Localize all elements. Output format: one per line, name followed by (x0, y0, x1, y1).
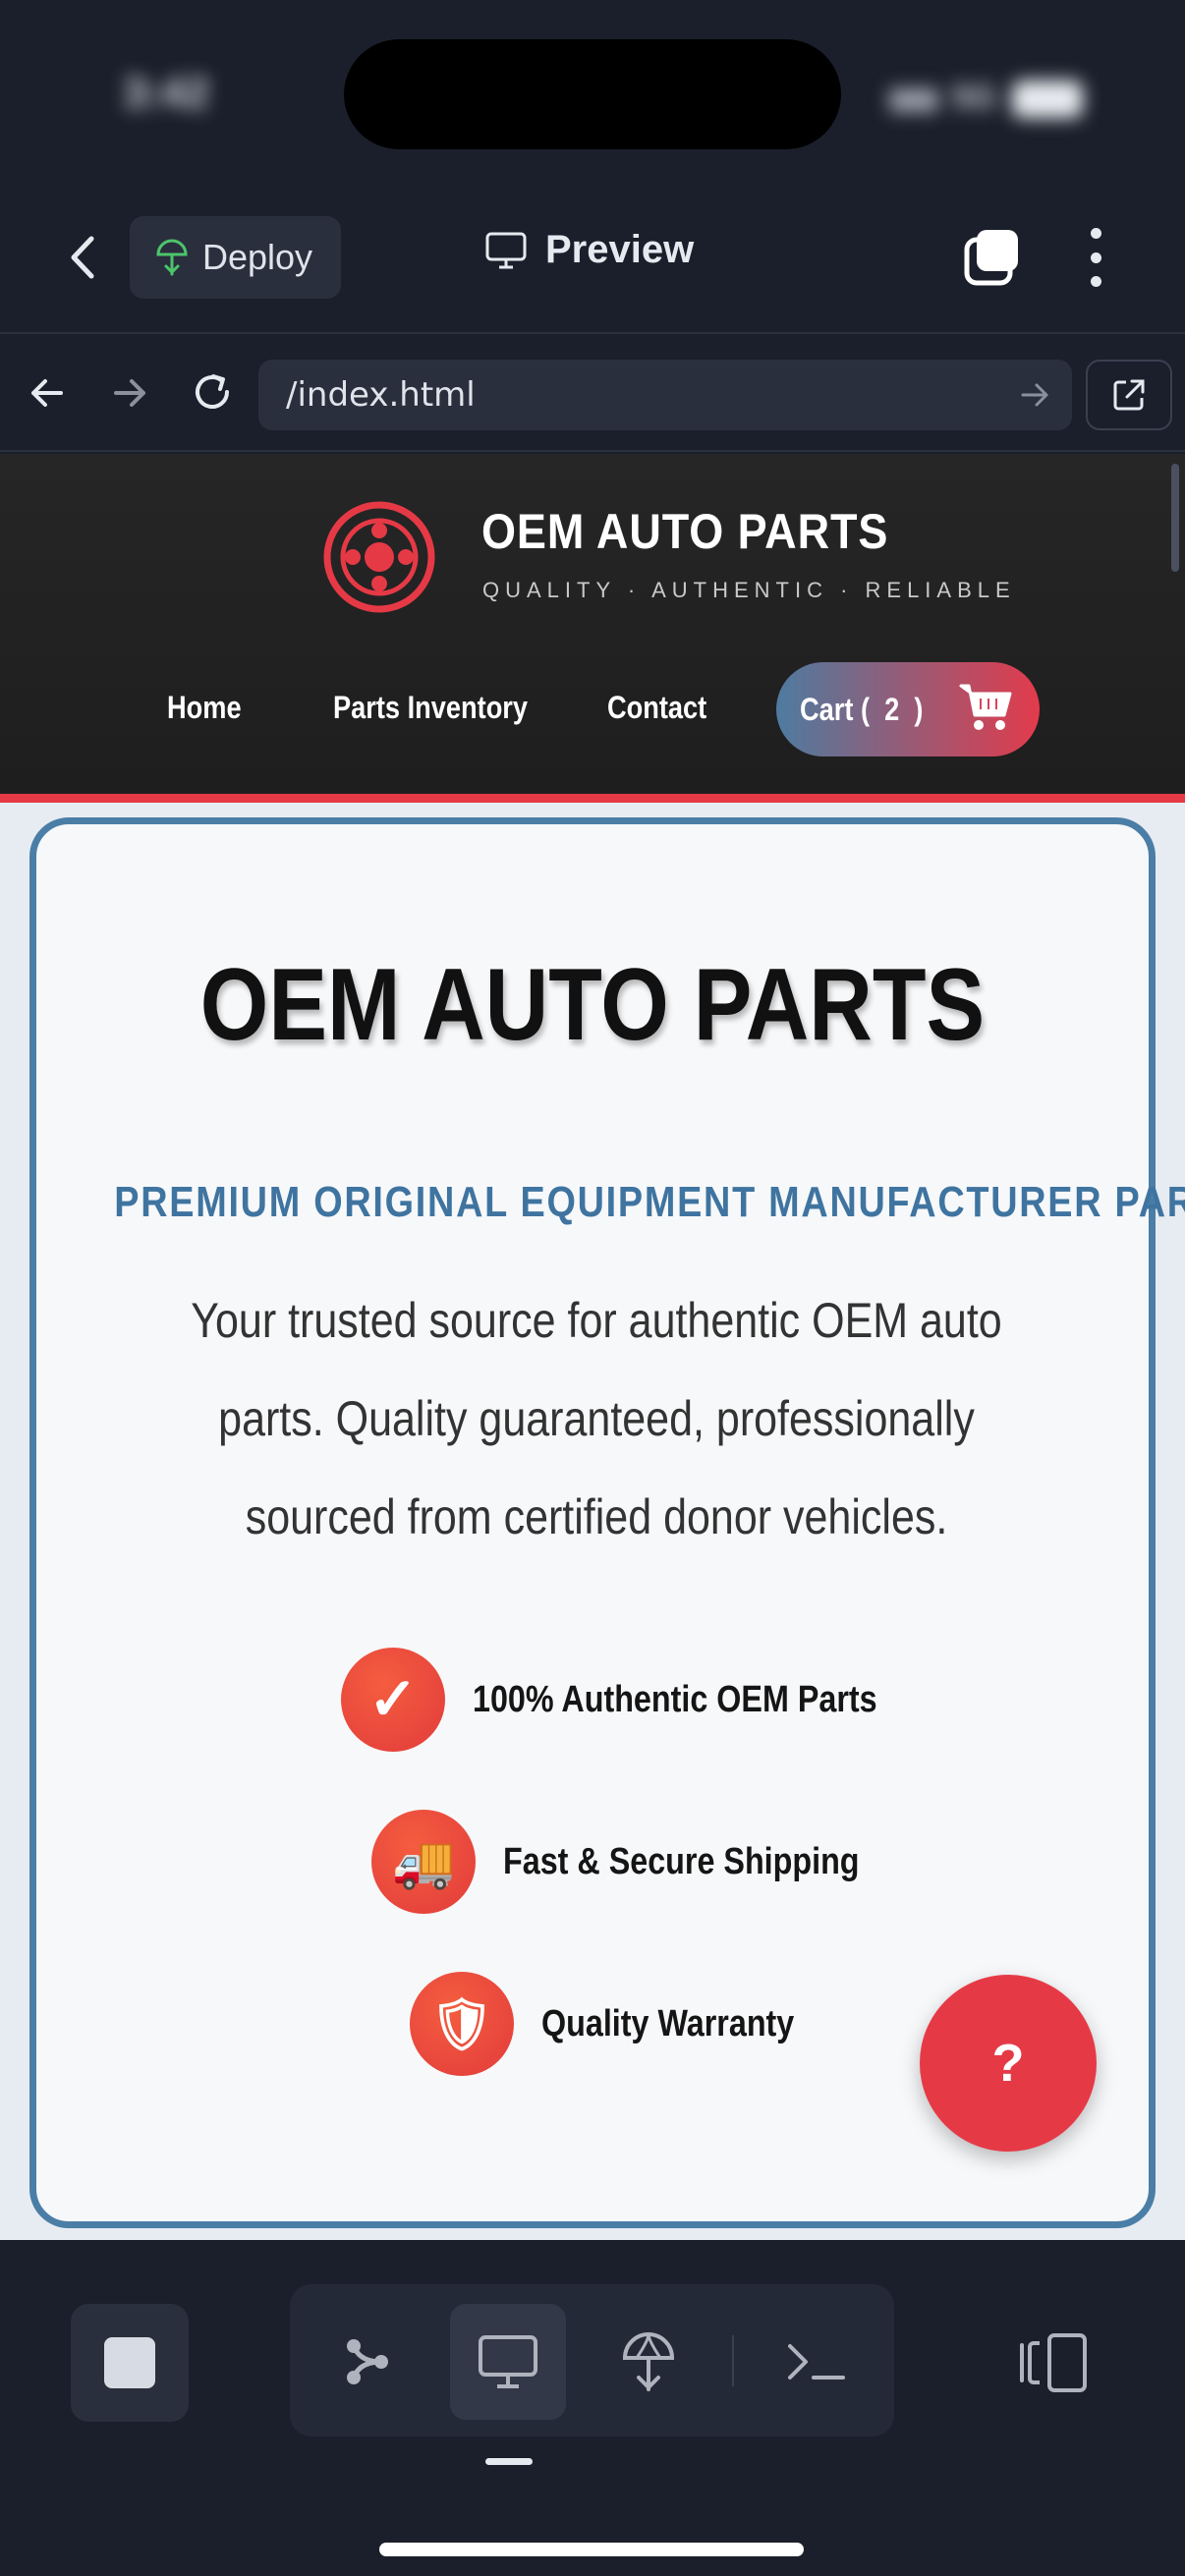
cart-label-text: Cart ( (800, 691, 871, 727)
hero-subtitle: PREMIUM ORIGINAL EQUIPMENT MANUFACTURER … (114, 1178, 1185, 1226)
nav-link-home[interactable]: Home (167, 690, 242, 726)
bottom-toolbar (0, 2240, 1185, 2576)
app-header: Deploy Preview (0, 187, 1185, 334)
feature-item: 🚚 Fast & Secure Shipping (371, 1810, 923, 1914)
more-icon-dot (1090, 228, 1101, 239)
deploy-icon (622, 2332, 675, 2391)
feature-label: Quality Warranty (541, 2002, 795, 2044)
shield-icon: 🛡 (410, 1972, 514, 2076)
panel-toggle-button[interactable] (1014, 2324, 1093, 2402)
divider (732, 2335, 734, 2386)
status-indicators: 5G (889, 79, 1086, 118)
more-icon-dot (1090, 252, 1101, 263)
reload-icon (196, 374, 229, 409)
url-text: /index.html (286, 375, 476, 415)
browser-url-bar: /index.html (0, 336, 1185, 452)
terminal-icon (788, 2344, 845, 2380)
browser-back-button[interactable] (20, 365, 75, 420)
url-input[interactable]: /index.html (258, 360, 1072, 430)
deploy-button[interactable]: Deploy (130, 216, 341, 299)
graph-view-button[interactable] (310, 2304, 425, 2420)
status-bar: 3:42 5G (0, 0, 1185, 187)
truck-icon: 🚚 (371, 1810, 476, 1914)
stop-icon (104, 2337, 155, 2388)
feature-item: 🛡 Quality Warranty (410, 1972, 839, 2076)
help-button[interactable]: ? (920, 1975, 1097, 2152)
branch-icon (347, 2339, 388, 2384)
tabs-button[interactable] (961, 226, 1024, 289)
status-time: 3:42 (123, 69, 210, 117)
view-switcher (290, 2284, 894, 2436)
nav-link-parts-inventory[interactable]: Parts Inventory (333, 690, 528, 726)
deploy-icon (156, 239, 188, 276)
browser-forward-button[interactable] (102, 365, 157, 420)
battery-icon (1012, 81, 1083, 118)
deploy-label: Deploy (202, 237, 313, 277)
tabs-icon (964, 230, 1018, 286)
drawer-handle[interactable] (485, 2458, 533, 2465)
reload-button[interactable] (185, 365, 240, 420)
preview-view-button[interactable] (450, 2304, 566, 2420)
cart-label: Cart ( 2 ) (800, 692, 923, 728)
logo-wheel-icon (323, 501, 435, 613)
back-button[interactable] (54, 228, 113, 287)
brand-tagline: QUALITY · AUTHENTIC · RELIABLE (482, 578, 1016, 602)
dynamic-island (344, 39, 841, 149)
preview-label: Preview (545, 228, 695, 271)
deploy-view-button[interactable] (591, 2304, 706, 2420)
hero-title: OEM AUTO PARTS (199, 948, 986, 1062)
nav-link-contact[interactable]: Contact (607, 690, 706, 726)
checkmark-icon: ✓ (341, 1648, 445, 1752)
home-indicator (379, 2543, 804, 2556)
stop-button[interactable] (71, 2304, 189, 2422)
more-options-button[interactable] (1071, 222, 1120, 293)
external-link-icon (1113, 379, 1145, 411)
shopping-cart-icon (959, 684, 1012, 730)
network-type: 5G (952, 79, 997, 116)
open-external-button[interactable] (1086, 360, 1172, 430)
hero-description: Your trusted source for authentic OEM au… (191, 1293, 1002, 1544)
signal-icon (889, 88, 938, 112)
more-icon-dot (1090, 276, 1101, 287)
go-arrow-icon[interactable] (1017, 377, 1052, 413)
monitor-icon (485, 232, 527, 268)
monitor-icon (479, 2335, 537, 2388)
chevron-left-icon (71, 236, 94, 279)
sidebar-icon (1020, 2333, 1087, 2392)
feature-item: ✓ 100% Authentic OEM Parts (341, 1648, 948, 1752)
brand-name[interactable]: OEM AUTO PARTS (481, 503, 888, 560)
arrow-right-icon (114, 379, 145, 407)
feature-label: 100% Authentic OEM Parts (473, 1678, 877, 1720)
web-preview: OEM AUTO PARTS QUALITY · AUTHENTIC · REL… (0, 454, 1185, 2240)
preview-title: Preview (484, 228, 694, 272)
arrow-left-icon (31, 379, 63, 407)
cart-label-close: ) (914, 691, 924, 727)
feature-label: Fast & Secure Shipping (503, 1840, 860, 1882)
cart-button[interactable]: Cart ( 2 ) (776, 662, 1040, 756)
scrollbar[interactable] (1171, 464, 1179, 572)
terminal-view-button[interactable] (759, 2304, 875, 2420)
site-header: OEM AUTO PARTS QUALITY · AUTHENTIC · REL… (0, 454, 1185, 803)
cart-count: 2 (884, 691, 900, 727)
